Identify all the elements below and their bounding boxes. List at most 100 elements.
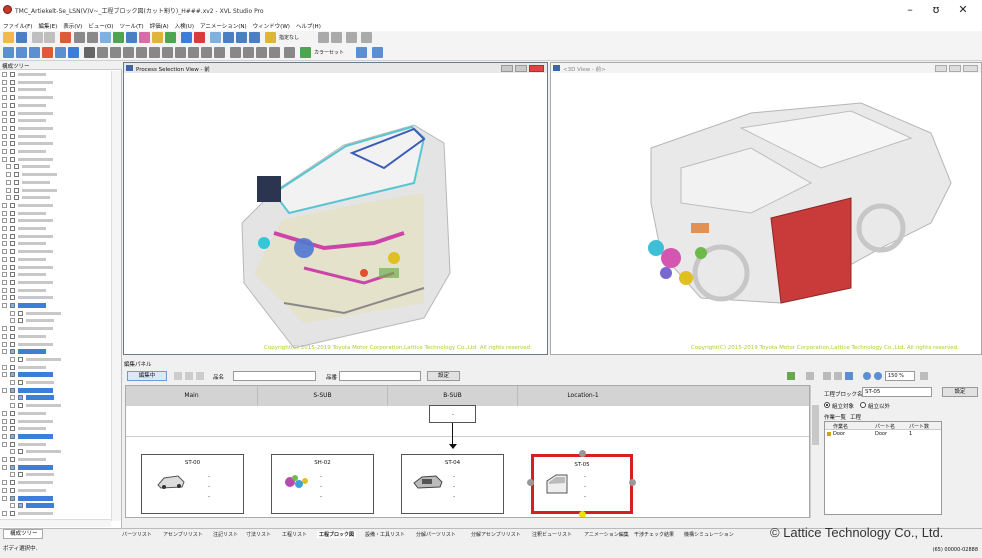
tree-item[interactable] (0, 294, 110, 302)
layout-icon[interactable] (361, 32, 372, 43)
expand-toggle-icon[interactable] (2, 141, 7, 147)
process-block-st-00[interactable]: ST-00 - - - (141, 454, 244, 514)
process-block-sh-02[interactable]: SH-02 - - - (271, 454, 374, 514)
save-icon[interactable] (16, 32, 27, 43)
material-icon[interactable] (265, 32, 276, 43)
expand-toggle-icon[interactable] (2, 349, 7, 355)
structure-tree[interactable] (0, 71, 111, 519)
visibility-checkbox[interactable] (18, 356, 23, 362)
grid-view-icon[interactable] (845, 372, 853, 380)
tree-item[interactable] (0, 256, 110, 264)
expand-toggle-icon[interactable] (2, 487, 7, 493)
tab-assembly-list[interactable]: アセンブリリスト (163, 531, 203, 538)
camera-icon[interactable] (243, 47, 254, 58)
expand-toggle-icon[interactable] (10, 318, 15, 324)
process-block-st-05[interactable]: ST-05 - - - (531, 454, 633, 514)
tree-item[interactable] (0, 217, 110, 225)
tab-animation-edit[interactable]: アニメーション編集 (584, 531, 629, 538)
expand-toggle-icon[interactable] (2, 326, 7, 332)
connector-handle-bottom[interactable] (579, 511, 586, 517)
visibility-checkbox[interactable] (10, 102, 15, 108)
expand-toggle-icon[interactable] (10, 449, 15, 455)
export-icon[interactable] (920, 372, 928, 380)
tree-item[interactable] (0, 418, 110, 426)
tree-vertical-scrollbar[interactable] (111, 71, 121, 521)
tree-item[interactable] (0, 402, 110, 410)
connector-handle-top[interactable] (579, 450, 586, 457)
close-view-button[interactable] (529, 65, 544, 72)
expand-toggle-icon[interactable] (10, 380, 15, 385)
expand-toggle-icon[interactable] (2, 279, 7, 285)
visibility-checkbox[interactable] (10, 125, 15, 131)
visibility-checkbox[interactable] (10, 426, 15, 432)
mirror-icon[interactable] (214, 47, 225, 58)
tree-item[interactable] (0, 210, 110, 218)
expand-toggle-icon[interactable] (2, 102, 7, 108)
expand-toggle-icon[interactable] (2, 95, 7, 101)
tree-item[interactable] (0, 156, 110, 164)
expand-toggle-icon[interactable] (6, 164, 11, 170)
color-set-icon[interactable] (300, 47, 311, 58)
view-top-icon[interactable] (152, 32, 163, 43)
visibility-checkbox[interactable] (10, 226, 15, 231)
expand-toggle-icon[interactable] (2, 426, 7, 432)
expand-toggle-icon[interactable] (6, 187, 11, 193)
block-settings-button[interactable]: 設定 (942, 387, 978, 397)
tree-item[interactable] (0, 248, 110, 256)
display-dropdown[interactable]: 指定なし (279, 34, 299, 41)
tree-item[interactable] (0, 302, 110, 310)
row-work-name[interactable]: Door (833, 431, 845, 437)
expand-toggle-icon[interactable] (2, 495, 7, 501)
pan-icon[interactable] (87, 32, 98, 43)
select-icon[interactable] (60, 32, 71, 43)
expand-toggle-icon[interactable] (2, 303, 7, 308)
row-part-count[interactable]: 1 (909, 431, 912, 437)
visibility-checkbox[interactable] (10, 264, 15, 270)
expand-toggle-icon[interactable] (2, 249, 7, 255)
tree-item[interactable] (0, 441, 110, 449)
expand-toggle-icon[interactable] (2, 233, 7, 239)
visibility-checkbox[interactable] (10, 410, 15, 416)
visibility-checkbox[interactable] (10, 349, 15, 355)
visibility-checkbox[interactable] (10, 510, 15, 516)
expand-toggle-icon[interactable] (10, 395, 15, 401)
hide-icon[interactable] (236, 32, 247, 43)
menu-view[interactable]: 表示(V) (60, 20, 85, 30)
close-view-button[interactable] (963, 65, 978, 72)
tab-interference-results[interactable]: 干渉チェック結果 (634, 531, 674, 538)
tree-item[interactable] (0, 148, 110, 156)
expand-toggle-icon[interactable] (2, 295, 7, 301)
visibility-checkbox[interactable] (10, 72, 15, 77)
view-side-icon[interactable] (165, 32, 176, 43)
list-icon[interactable] (834, 372, 842, 380)
tab-exploded-assembly-list[interactable]: 分解アセンブリリスト (471, 531, 521, 538)
expand-toggle-icon[interactable] (2, 457, 7, 462)
expand-toggle-icon[interactable] (2, 364, 7, 370)
rotate-icon[interactable] (74, 32, 85, 43)
expand-toggle-icon[interactable] (2, 264, 7, 270)
visibility-checkbox[interactable] (10, 495, 15, 501)
tree-item[interactable] (0, 394, 110, 402)
expand-toggle-icon[interactable] (2, 125, 7, 131)
menu-inspect[interactable]: 入検(U) (172, 20, 197, 30)
tree-item[interactable] (0, 379, 110, 387)
view-front-icon[interactable] (126, 32, 137, 43)
tree-item[interactable] (0, 271, 110, 279)
tree-item[interactable] (0, 333, 110, 341)
filter-icon[interactable] (806, 372, 814, 380)
redo-icon[interactable] (44, 32, 55, 43)
part-number-input[interactable] (339, 371, 421, 381)
tree-item[interactable] (0, 356, 110, 364)
window-icon[interactable] (372, 47, 383, 58)
tree-item[interactable] (0, 202, 110, 210)
menu-tools[interactable]: ツール(T) (116, 20, 146, 30)
visibility-checkbox[interactable] (18, 380, 23, 385)
tree-item[interactable] (0, 348, 110, 356)
grid-icon[interactable] (318, 32, 329, 43)
tree-item[interactable] (0, 240, 110, 248)
menu-edit[interactable]: 編集(E) (35, 20, 60, 30)
tree-item[interactable] (0, 194, 110, 202)
process-tab[interactable]: 工程 (850, 413, 861, 421)
visibility-checkbox[interactable] (10, 433, 15, 439)
expand-toggle-icon[interactable] (2, 433, 7, 439)
